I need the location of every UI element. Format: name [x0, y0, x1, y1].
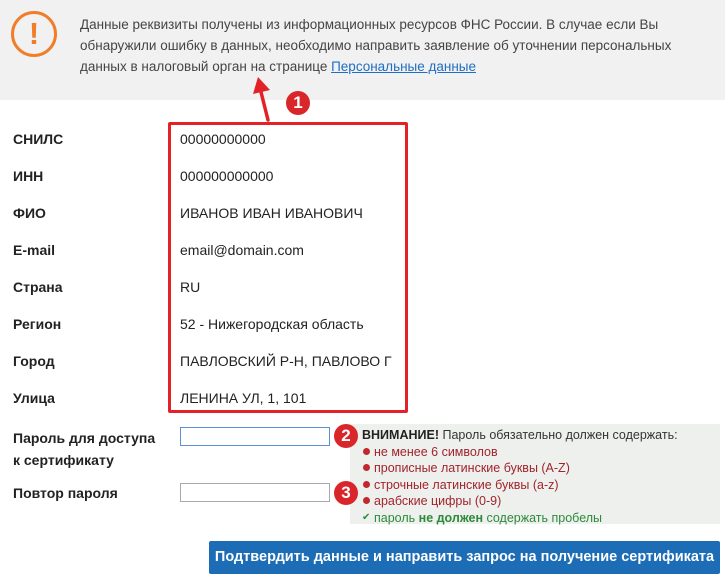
- repeat-password-input[interactable]: [180, 483, 330, 502]
- field-label-country: Страна: [13, 279, 63, 295]
- rule-min-length: не менее 6 символов: [362, 444, 720, 461]
- password-input[interactable]: [180, 427, 330, 446]
- field-label-city: Город: [13, 353, 55, 369]
- rule-no-spaces-suffix: содержать пробелы: [483, 510, 603, 525]
- rules-title-rest: Пароль обязательно должен содержать:: [439, 428, 678, 442]
- rule-no-spaces: пароль не должен содержать пробелы: [362, 510, 720, 527]
- rules-title-bold: ВНИМАНИЕ!: [362, 428, 439, 442]
- password-label-line1: Пароль для доступа: [13, 430, 156, 446]
- data-highlight-frame: [168, 122, 408, 413]
- annotation-badge-3: 3: [334, 481, 358, 505]
- rule-no-spaces-bold: не должен: [418, 510, 484, 525]
- arrow-up-icon: [253, 77, 270, 122]
- info-notice: ! Данные реквизиты получены из информаци…: [0, 0, 725, 100]
- personal-data-link[interactable]: Персональные данные: [331, 59, 476, 74]
- rule-uppercase: прописные латинские буквы (A-Z): [362, 460, 720, 477]
- rule-lowercase: строчные латинские буквы (a-z): [362, 477, 720, 494]
- field-label-snils: СНИЛС: [13, 131, 64, 147]
- field-label-email: E-mail: [13, 242, 56, 258]
- annotation-badge-1: 1: [286, 91, 310, 115]
- password-label-line2: к сертификату: [13, 452, 114, 468]
- annotation-badge-2: 2: [334, 424, 358, 448]
- field-label-fio: ФИО: [13, 205, 46, 221]
- notice-text: Данные реквизиты получены из информацион…: [80, 14, 720, 77]
- submit-certificate-request-button[interactable]: Подтвердить данные и направить запрос на…: [209, 541, 720, 574]
- password-label: Пароль для доступа к сертификату: [13, 427, 155, 471]
- rules-title: ВНИМАНИЕ! Пароль обязательно должен соде…: [362, 427, 720, 444]
- field-label-region: Регион: [13, 316, 62, 332]
- rule-digits: арабские цифры (0-9): [362, 493, 720, 510]
- field-label-inn: ИНН: [13, 168, 44, 184]
- repeat-password-label: Повтор пароля: [13, 485, 118, 501]
- password-rules-box: ВНИМАНИЕ! Пароль обязательно должен соде…: [350, 424, 720, 527]
- field-label-street: Улица: [13, 390, 55, 406]
- exclamation-icon: !: [11, 11, 57, 57]
- rule-no-spaces-prefix: пароль: [374, 510, 419, 525]
